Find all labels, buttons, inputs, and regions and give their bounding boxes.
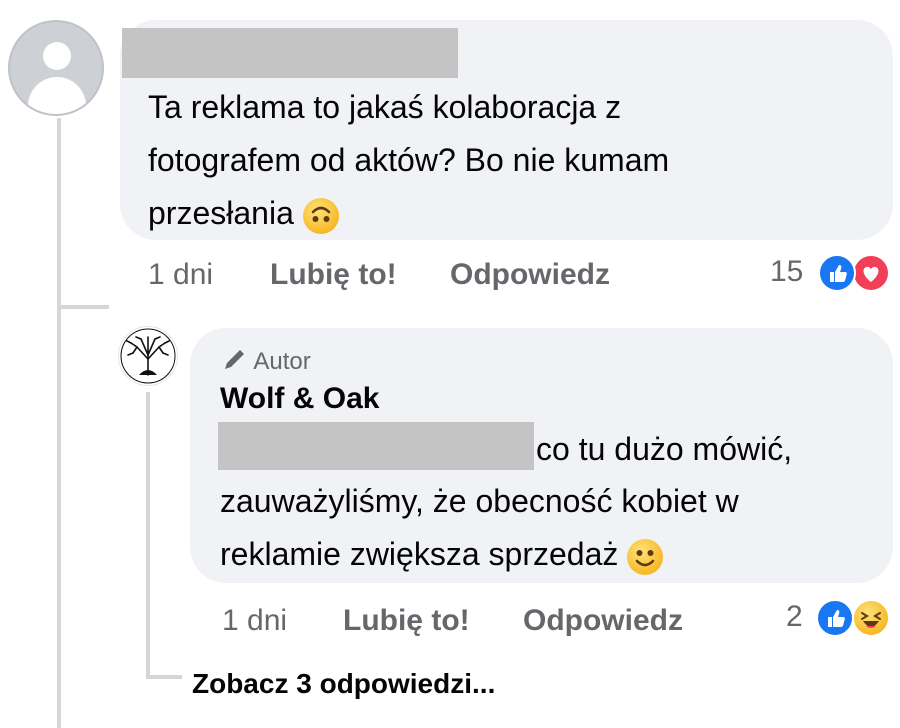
reply-like-button[interactable]: Lubię to! — [343, 604, 470, 638]
author-badge-label: Autor — [253, 348, 311, 375]
thread-line-more — [146, 675, 182, 679]
see-replies-link[interactable]: Zobacz 3 odpowiedzi... — [192, 668, 495, 700]
thread-line-branch — [57, 305, 109, 309]
tree-logo-icon — [120, 328, 176, 384]
reaction-count[interactable]: 15 — [770, 255, 803, 289]
comment-text: Ta reklama to jakaś kolaboracja z fotogr… — [148, 81, 868, 240]
reply-text: zauważyliśmy, że obecność kobiet w rekla… — [220, 475, 880, 581]
redacted-mention — [218, 422, 534, 470]
like-icon[interactable] — [818, 254, 856, 292]
reply-time[interactable]: 1 dni — [222, 604, 287, 638]
reply-reply-button[interactable]: Odpowiedz — [523, 604, 683, 638]
author-name[interactable]: Wolf & Oak — [220, 382, 379, 416]
avatar-head-shape — [43, 42, 71, 70]
haha-icon[interactable] — [852, 599, 890, 637]
love-icon[interactable] — [852, 254, 890, 292]
reply-reaction-count[interactable]: 2 — [786, 600, 803, 634]
like-button[interactable]: Lubię to! — [270, 258, 397, 292]
pencil-icon — [225, 350, 244, 369]
like-icon[interactable] — [816, 599, 854, 637]
author-avatar[interactable] — [118, 326, 178, 386]
upside-down-face-emoji — [302, 197, 339, 234]
thread-line-reply — [146, 392, 150, 677]
redacted-author-name — [122, 28, 458, 78]
comment-bubble: Ta reklama to jakaś kolaboracja z fotogr… — [120, 20, 893, 240]
reply-button[interactable]: Odpowiedz — [450, 258, 610, 292]
thread-line-main — [57, 118, 61, 728]
avatar-body-shape — [28, 77, 86, 114]
comment-time[interactable]: 1 dni — [148, 258, 213, 292]
avatar[interactable] — [8, 20, 104, 116]
comment-text-content: Ta reklama to jakaś kolaboracja z fotogr… — [148, 89, 670, 231]
author-badge: Autor — [222, 348, 311, 376]
reply-text-first-line: co tu dużo mówić, — [536, 431, 793, 467]
smiling-face-emoji — [627, 538, 664, 575]
